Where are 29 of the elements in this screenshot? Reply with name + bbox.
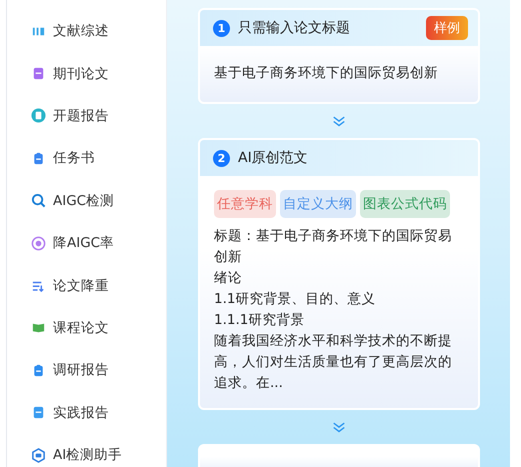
essay-text-line: 标题：基于电子商务环境下的国际贸易 xyxy=(214,227,453,246)
sidebar-item[interactable]: 调研报告 xyxy=(7,349,166,392)
sidebar-item[interactable]: AIGC检测 xyxy=(7,180,166,222)
essay-text-line: 1.1研究背景、目的、意义 xyxy=(214,290,376,309)
step-number: 2 xyxy=(213,150,230,166)
sidebar-item[interactable]: 期刊论文 xyxy=(7,52,166,95)
double-chevron-down-icon xyxy=(332,116,346,127)
sidebar-item[interactable]: 文献综述 xyxy=(7,10,166,52)
feature-tag: 图表公式代码 xyxy=(360,190,450,218)
feature-tag: 自定义大纲 xyxy=(280,190,356,218)
essay-text-line: 追求。在... xyxy=(214,374,284,393)
double-chevron-down-icon xyxy=(332,422,346,433)
step-number: 1 xyxy=(213,20,230,36)
essay-text-line: 1.1.1研究背景 xyxy=(214,311,306,330)
essay-text-line: 创新 xyxy=(214,248,243,267)
step-title: 只需输入论文标题 xyxy=(238,19,351,37)
step-title: AI原创范文 xyxy=(238,149,309,167)
sidebar-item[interactable]: 课程论文 xyxy=(7,306,166,350)
essay-text-line: 高，人们对生活质量也有了更高层次的 xyxy=(214,353,453,372)
paper-title-text: 基于电子商务环境下的国际贸易创新 xyxy=(214,64,439,82)
sidebar-item[interactable]: 实践报告 xyxy=(7,392,166,434)
sidebar-item[interactable]: AI检测助手 xyxy=(7,434,166,467)
sidebar-item[interactable]: 降AIGC率 xyxy=(7,222,166,264)
sidebar-item[interactable]: 开题报告 xyxy=(7,94,166,138)
essay-text-line: 绪论 xyxy=(214,269,243,288)
essay-text-line: 随着我国经济水平和科学技术的不断提 xyxy=(214,332,453,351)
sidebar-item[interactable]: 论文降重 xyxy=(7,264,166,307)
sidebar-item[interactable]: 任务书 xyxy=(7,137,166,180)
feature-tag: 任意学科 xyxy=(214,190,276,218)
